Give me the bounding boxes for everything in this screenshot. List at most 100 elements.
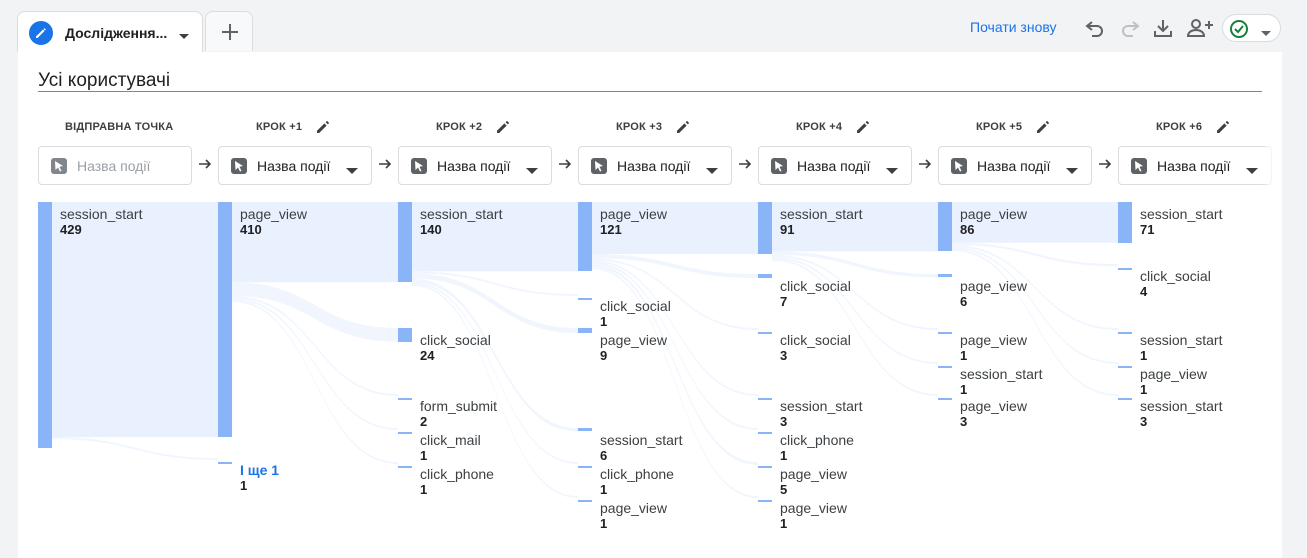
node-bar[interactable] <box>938 332 952 334</box>
flow-band <box>232 300 398 464</box>
event-name-dropdown[interactable]: Назва події <box>398 146 552 185</box>
pencil-icon[interactable] <box>315 119 331 140</box>
node-bar[interactable] <box>578 328 592 333</box>
node-label: session_start <box>960 366 1043 382</box>
node-bar[interactable] <box>938 398 952 400</box>
node-label: page_view <box>600 500 667 516</box>
status-dropdown[interactable] <box>1222 14 1281 42</box>
flow-band <box>592 260 758 396</box>
flow-band <box>232 282 398 342</box>
pencil-icon[interactable] <box>1215 119 1231 140</box>
chevron-down-icon <box>526 162 538 180</box>
node-bar[interactable] <box>578 202 592 271</box>
scroll-fade <box>1262 112 1282 558</box>
node-label: session_start <box>1140 206 1223 222</box>
event-name-dropdown[interactable]: Назва події <box>578 146 732 185</box>
node-bar[interactable] <box>1118 268 1132 270</box>
node-bar[interactable] <box>938 202 952 251</box>
download-icon[interactable] <box>1151 16 1175 40</box>
node-bar[interactable] <box>398 202 412 282</box>
dropdown-label: Назва події <box>617 158 691 174</box>
event-name-dropdown[interactable]: Назва події <box>938 146 1092 185</box>
node-label: page_view <box>960 332 1027 348</box>
pencil-icon[interactable] <box>495 119 511 140</box>
node-bar[interactable] <box>758 466 772 468</box>
node-count: 429 <box>60 222 82 237</box>
dropdown-label: Назва події <box>257 158 331 174</box>
node-bar[interactable] <box>578 428 592 431</box>
arrow-right-icon <box>557 156 573 177</box>
event-name-dropdown[interactable]: Назва події <box>1118 146 1272 185</box>
node-count: 1 <box>960 382 968 397</box>
node-count: 7 <box>780 294 788 309</box>
node-count: 4 <box>1140 284 1148 299</box>
undo-icon[interactable] <box>1083 16 1107 40</box>
node-count: 410 <box>240 222 262 237</box>
restart-button[interactable]: Почати знову <box>970 19 1057 35</box>
event-name-dropdown[interactable]: Назва події <box>218 146 372 185</box>
arrow-right-icon <box>1097 156 1113 177</box>
node-bar[interactable] <box>578 466 592 468</box>
chevron-down-icon <box>346 162 358 180</box>
node-bar[interactable] <box>578 298 592 300</box>
pencil-icon[interactable] <box>675 119 691 140</box>
node-bar[interactable] <box>758 202 772 254</box>
node-count: 140 <box>420 222 442 237</box>
chevron-down-icon[interactable] <box>178 28 190 46</box>
node-count: 1 <box>240 478 248 493</box>
node-bar[interactable] <box>398 398 412 400</box>
redo-icon[interactable] <box>1118 16 1142 40</box>
chevron-down-icon <box>1261 24 1271 42</box>
node-count: 1 <box>1140 348 1148 363</box>
node-bar[interactable] <box>398 432 412 434</box>
flow-band <box>412 273 578 334</box>
dropdown-label: Назва події <box>77 158 151 174</box>
path-exploration-card: Усі користувачі ВІДПРАВНА ТОЧКА Назва под… <box>18 52 1282 558</box>
node-count: 1 <box>780 448 788 463</box>
share-icon[interactable] <box>1186 16 1214 40</box>
node-bar[interactable] <box>1118 398 1132 400</box>
node-label: session_start <box>780 206 863 222</box>
node-bar[interactable] <box>758 332 772 334</box>
node-bar[interactable] <box>398 466 412 468</box>
node-label: form_submit <box>420 398 498 414</box>
node-label: click_social <box>780 332 851 348</box>
pencil-icon[interactable] <box>855 119 871 140</box>
node-bar[interactable] <box>758 432 772 434</box>
node-bar[interactable] <box>218 462 232 464</box>
show-more-link[interactable]: І ще 1 <box>240 462 279 478</box>
node-label: click_mail <box>420 432 481 448</box>
add-tab-button[interactable] <box>205 11 253 51</box>
node-bar[interactable] <box>938 274 952 277</box>
node-bar[interactable] <box>758 274 772 278</box>
node-bar[interactable] <box>938 366 952 368</box>
exploration-tab[interactable]: Дослідження... <box>17 11 203 52</box>
node-bar[interactable] <box>1118 366 1132 368</box>
cursor-icon <box>231 158 247 174</box>
node-bar[interactable] <box>398 328 412 342</box>
node-bar[interactable] <box>1118 202 1132 243</box>
node-count: 5 <box>780 482 788 497</box>
arrow-right-icon <box>917 156 933 177</box>
node-count: 6 <box>600 448 608 463</box>
cursor-icon <box>951 158 967 174</box>
tab-title: Дослідження... <box>65 25 168 41</box>
node-bar[interactable] <box>1118 332 1132 334</box>
node-count: 1 <box>420 482 428 497</box>
node-count: 1 <box>1140 382 1148 397</box>
step-header: КРОК +3 <box>616 121 663 133</box>
node-label: page_view <box>960 206 1027 222</box>
node-count: 91 <box>780 222 795 237</box>
event-name-dropdown[interactable]: Назва події <box>38 146 192 185</box>
arrow-right-icon <box>197 156 213 177</box>
node-bar[interactable] <box>758 398 772 400</box>
event-name-dropdown[interactable]: Назва події <box>758 146 912 185</box>
pencil-icon[interactable] <box>1035 119 1051 140</box>
node-count: 3 <box>960 414 968 429</box>
node-label: session_start <box>1140 398 1223 414</box>
node-bar[interactable] <box>578 500 592 502</box>
node-bar[interactable] <box>38 202 52 448</box>
node-bar[interactable] <box>218 202 232 437</box>
chevron-down-icon <box>1246 162 1258 180</box>
node-bar[interactable] <box>758 500 772 502</box>
